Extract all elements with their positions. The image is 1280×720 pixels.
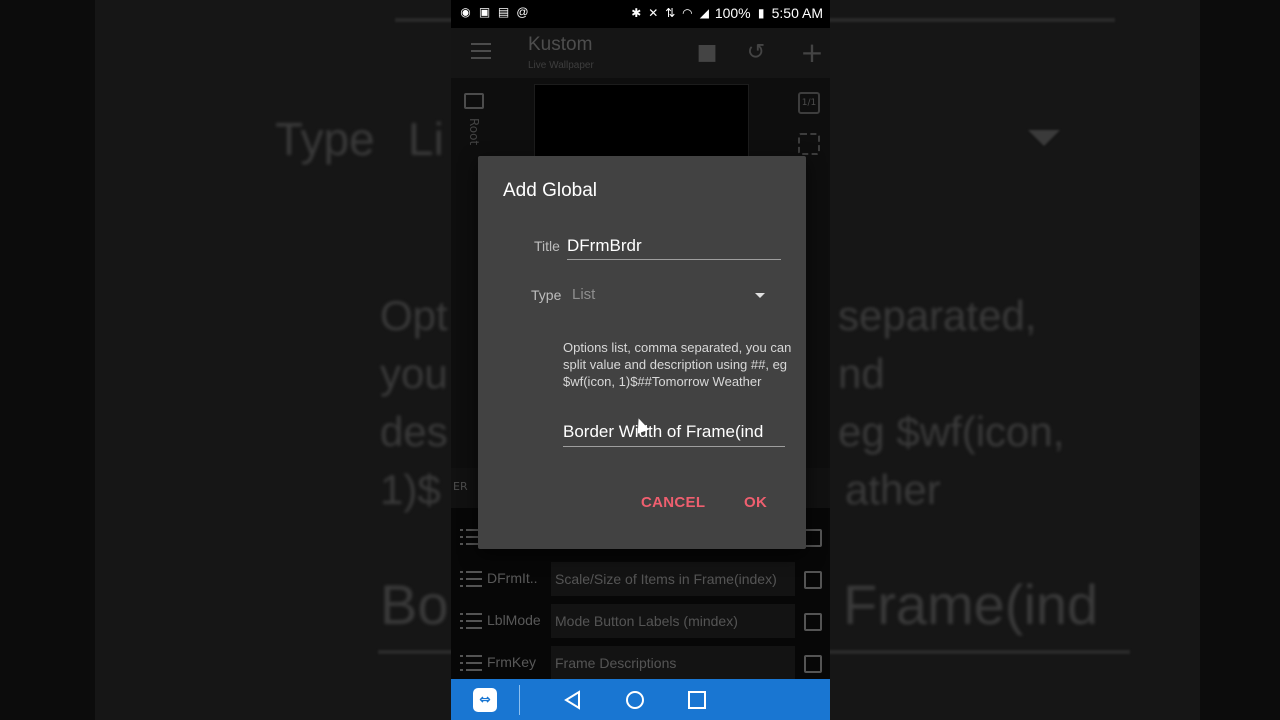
ghost-text: Bo	[380, 573, 449, 636]
bluetooth-icon: ✱	[631, 5, 642, 20]
ghost-text: 1)$	[380, 466, 441, 513]
ok-button[interactable]: OK	[744, 494, 767, 511]
options-field[interactable]: Border Width of Frame(ind	[563, 422, 785, 442]
wifi-icon: ◠	[682, 5, 693, 20]
cancel-button[interactable]: CANCEL	[641, 494, 705, 511]
nav-separator	[519, 685, 520, 715]
id-icon: ▤	[497, 5, 510, 19]
eye-icon: ◉	[460, 5, 471, 19]
ghost-type-label: Type	[275, 113, 375, 165]
type-label: Type	[531, 287, 562, 303]
phone-screen: ◉ ▣ ▤ @ ✱ ✕ ⇅ ◠ ◢ 100% ▮ 5:50 AM Kustom …	[451, 0, 830, 720]
clock: 5:50 AM	[771, 5, 823, 21]
ghost-text: Frame(ind	[843, 573, 1099, 636]
back-icon[interactable]	[562, 689, 584, 711]
home-icon[interactable]	[624, 689, 646, 711]
add-global-dialog: Add Global Title DFrmBrdr Type List Opti…	[478, 156, 806, 549]
battery-percent: 100%	[714, 5, 751, 21]
ghost-dropdown-caret	[1028, 130, 1060, 146]
image-icon: ▣	[478, 5, 491, 19]
chevron-down-icon[interactable]	[755, 293, 765, 298]
teamviewer-icon[interactable]: ⇔	[473, 688, 497, 712]
ghost-text: ather	[845, 466, 941, 513]
signal-icon: ◢	[699, 5, 709, 20]
status-bar: ◉ ▣ ▤ @ ✱ ✕ ⇅ ◠ ◢ 100% ▮ 5:50 AM	[451, 0, 830, 28]
ghost-text: Opt	[380, 292, 448, 339]
options-help-text: Options list, comma separated, you can s…	[563, 340, 792, 389]
mute-icon: ✕	[648, 5, 659, 20]
ghost-text: separated,	[838, 292, 1037, 339]
right-dark-rail	[1200, 0, 1280, 720]
title-field-underline	[567, 259, 781, 260]
left-dark-rail	[0, 0, 95, 720]
recents-icon[interactable]	[686, 689, 708, 711]
ghost-text: nd	[838, 350, 885, 397]
ghost-text: you	[380, 350, 448, 397]
type-select[interactable]: List	[572, 286, 595, 303]
nav-bar: ⇔	[451, 679, 830, 720]
ghost-text: des	[380, 408, 448, 455]
data-icon: ⇅	[665, 5, 676, 20]
ghost-text: eg $wf(icon,	[838, 408, 1065, 455]
battery-icon: ▮	[757, 5, 765, 20]
fingerprint-icon: @	[516, 5, 529, 19]
ghost-list-label: Li	[408, 113, 444, 165]
title-field[interactable]: DFrmBrdr	[567, 236, 642, 256]
options-field-underline	[563, 446, 785, 447]
title-label: Title	[534, 238, 560, 254]
dialog-title: Add Global	[503, 180, 598, 201]
